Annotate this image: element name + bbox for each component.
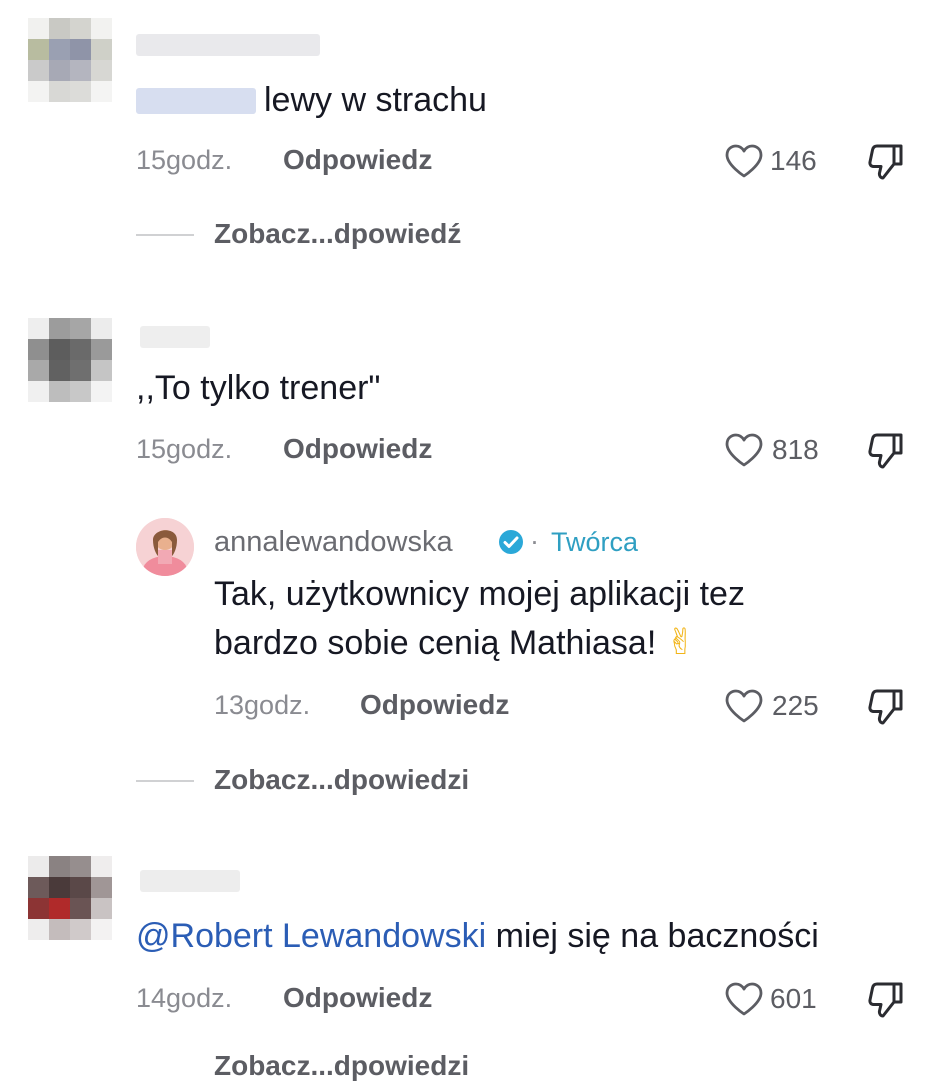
avatar[interactable] bbox=[28, 18, 112, 102]
heart-outline-icon[interactable] bbox=[724, 432, 764, 468]
reply-button[interactable]: Odpowiedz bbox=[360, 689, 509, 721]
reply-text-line2: bardzo sobie cenią Mathiasa! ✌ bbox=[214, 621, 696, 662]
view-replies-button[interactable]: Zobacz...dpowiedź bbox=[214, 218, 461, 250]
thumbs-down-icon[interactable] bbox=[866, 980, 906, 1020]
comment-text: ,,To tylko trener" bbox=[136, 369, 381, 407]
view-replies-button[interactable]: Zobacz...dpowiedzi bbox=[214, 1050, 469, 1082]
view-replies-line bbox=[136, 234, 194, 236]
avatar[interactable] bbox=[28, 856, 112, 940]
thumbs-down-icon[interactable] bbox=[866, 142, 906, 182]
heart-outline-icon[interactable] bbox=[724, 688, 764, 724]
comment-text: lewy w strachu bbox=[264, 81, 487, 119]
separator-dot: · bbox=[530, 526, 539, 556]
heart-outline-icon[interactable] bbox=[724, 143, 764, 179]
username-blurred[interactable] bbox=[140, 326, 210, 348]
reply-button[interactable]: Odpowiedz bbox=[283, 982, 432, 1014]
comment-time: 15godz. bbox=[136, 145, 233, 175]
comment-time: 15godz. bbox=[136, 434, 233, 464]
comment-time: 14godz. bbox=[136, 983, 233, 1013]
username-blurred[interactable] bbox=[140, 870, 240, 892]
view-replies-button[interactable]: Zobacz...dpowiedzi bbox=[214, 764, 469, 796]
creator-badge: Twórca bbox=[551, 527, 639, 557]
like-count: 601 bbox=[770, 983, 817, 1014]
username-blurred[interactable] bbox=[136, 34, 320, 56]
view-replies-line bbox=[136, 780, 194, 782]
heart-outline-icon[interactable] bbox=[724, 981, 764, 1017]
verified-badge-icon bbox=[497, 528, 525, 556]
reply-text-line1: Tak, użytkownicy mojej aplikacji tez bbox=[214, 575, 745, 613]
like-count: 818 bbox=[772, 434, 819, 465]
comment-body: miej się na baczności bbox=[495, 917, 819, 955]
mention-link[interactable]: @Robert Lewandowski bbox=[136, 917, 486, 955]
victory-hand-emoji: ✌ bbox=[665, 621, 696, 662]
reply-time: 13godz. bbox=[214, 690, 311, 720]
like-count: 146 bbox=[770, 145, 817, 176]
creator-username[interactable]: annalewandowska bbox=[214, 526, 453, 559]
mention-blurred[interactable] bbox=[136, 88, 256, 114]
comment-text: @Robert Lewandowski miej się na bacznośc… bbox=[136, 914, 819, 958]
creator-avatar[interactable] bbox=[136, 518, 194, 576]
thumbs-down-icon[interactable] bbox=[866, 687, 906, 727]
reply-button[interactable]: Odpowiedz bbox=[283, 144, 432, 176]
thumbs-down-icon[interactable] bbox=[866, 431, 906, 471]
like-count: 225 bbox=[772, 690, 819, 721]
reply-button[interactable]: Odpowiedz bbox=[283, 433, 432, 465]
avatar[interactable] bbox=[28, 318, 112, 402]
